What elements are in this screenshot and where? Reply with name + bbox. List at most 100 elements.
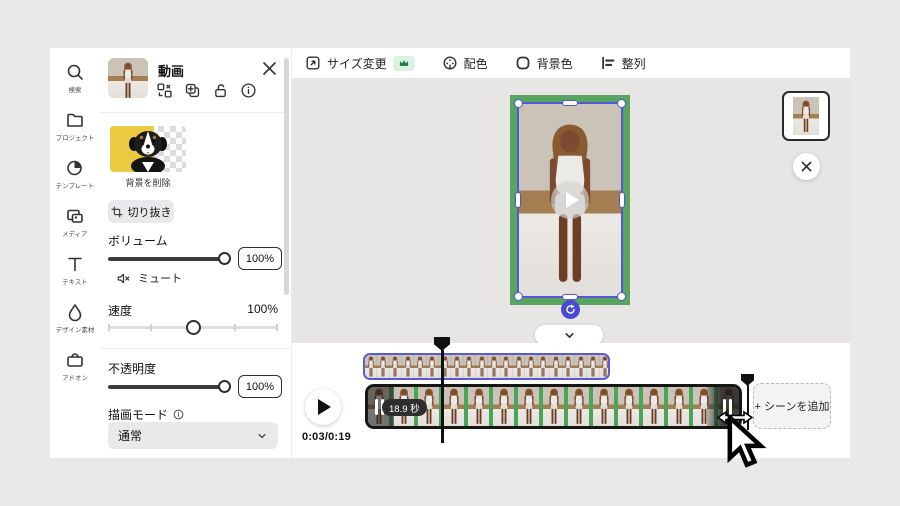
- shapes-icon: [68, 304, 82, 322]
- sidebar-item-addons[interactable]: アドオン: [50, 350, 100, 383]
- align-label: 整列: [621, 56, 646, 71]
- selected-element-thumbnail[interactable]: [108, 58, 148, 98]
- background-color-button[interactable]: 背景色: [515, 55, 573, 72]
- film-frame: [389, 355, 403, 378]
- remove-background-preview[interactable]: [110, 126, 186, 172]
- slider-tick: [234, 324, 236, 331]
- volume-value[interactable]: 100%: [238, 247, 282, 270]
- sidebar-item-templates[interactable]: テンプレート: [50, 158, 100, 191]
- film-frame: [587, 355, 600, 378]
- element-actions: [156, 82, 257, 99]
- film-frame: [668, 387, 689, 426]
- divider: [100, 112, 292, 113]
- opacity-value[interactable]: 100%: [238, 375, 282, 398]
- palette-label: 配色: [463, 56, 488, 71]
- palette-icon: [443, 56, 457, 70]
- timeline-track-video[interactable]: [363, 353, 610, 380]
- scene-thumbnail-card[interactable]: [782, 91, 830, 141]
- screen: 検索 プロジェクト テンプレート メディア テキスト デザイン素材 アドオン 動…: [0, 0, 900, 506]
- pro-badge: [392, 55, 415, 71]
- film-frame: [543, 387, 564, 426]
- resize-button[interactable]: サイズ変更: [305, 55, 415, 72]
- canvas-toolbar: サイズ変更 配色 背景色 整列: [292, 48, 850, 79]
- film-frame: [451, 355, 464, 378]
- palette-button[interactable]: 配色: [442, 55, 488, 72]
- canvas-area: [292, 79, 850, 345]
- sidebar-item-media[interactable]: メディア: [50, 206, 100, 239]
- playhead-line[interactable]: [441, 350, 444, 443]
- blend-mode-label: 描画モード: [108, 408, 169, 422]
- sidebar-item-search[interactable]: 検索: [50, 62, 100, 95]
- scene-background[interactable]: [510, 95, 630, 305]
- addons-icon: [67, 353, 83, 367]
- slider-tick: [276, 324, 278, 331]
- sidebar-item-text[interactable]: テキスト: [50, 254, 100, 287]
- text-icon: [68, 257, 82, 272]
- close-icon: [801, 161, 812, 172]
- volume-label: ボリューム: [108, 234, 168, 248]
- film-frame: [518, 387, 539, 426]
- divider: [100, 348, 292, 349]
- playhead-marker[interactable]: [434, 337, 450, 351]
- film-frame: [537, 355, 551, 378]
- blend-mode-value: 通常: [118, 429, 143, 443]
- mute-button[interactable]: ミュート: [116, 270, 182, 286]
- film-frame: [550, 355, 563, 378]
- align-button[interactable]: 整列: [600, 55, 646, 72]
- rotate-icon: [566, 304, 575, 314]
- sidebar-item-label: 検索: [68, 87, 82, 94]
- person-thumbnail-graphic: [119, 62, 137, 98]
- film-frame: [525, 355, 538, 378]
- slider-tick: [108, 324, 110, 331]
- volume-slider-thumb[interactable]: [218, 252, 231, 265]
- unlock-icon[interactable]: [212, 82, 229, 99]
- film-frame: [365, 355, 378, 378]
- remove-background-label: 背景を削除: [125, 178, 171, 188]
- film-frame: [618, 387, 639, 426]
- properties-panel: 動画 背景を削除 切り抜き ボリューム 100% ミュート 速度 100% 不透…: [100, 48, 292, 458]
- film-frame: [468, 387, 489, 426]
- close-panel-icon[interactable]: [262, 61, 277, 76]
- dog-graphic: [129, 131, 167, 172]
- blend-mode-dropdown[interactable]: 通常: [108, 422, 278, 449]
- film-frame: [574, 355, 588, 378]
- film-frame: [500, 355, 514, 378]
- sidebar-item-label: アドオン: [62, 375, 88, 382]
- search-icon: [67, 64, 83, 80]
- template-icon: [67, 160, 82, 176]
- replace-icon[interactable]: [156, 82, 173, 99]
- chevron-down-icon: [258, 433, 266, 438]
- close-float-button[interactable]: [793, 153, 820, 180]
- duration-badge: 18.9 秒: [382, 399, 427, 416]
- opacity-slider[interactable]: [108, 385, 230, 389]
- mute-label: ミュート: [138, 273, 182, 285]
- timeline-track-scene[interactable]: 18.9 秒: [365, 384, 742, 429]
- timeline-time: 0:03/0:19: [302, 431, 351, 443]
- volume-slider[interactable]: [108, 257, 230, 261]
- film-frame: [402, 355, 415, 378]
- scene-thumbnail: [793, 97, 819, 135]
- collapse-timeline-button[interactable]: [535, 325, 603, 345]
- trim-grip-bar: [375, 398, 378, 415]
- video-element[interactable]: [518, 103, 622, 297]
- background-color-label: 背景色: [536, 56, 573, 71]
- panel-title: 動画: [158, 64, 185, 79]
- info-icon[interactable]: [240, 82, 257, 99]
- rotate-handle[interactable]: [561, 300, 580, 319]
- resize-icon: [306, 56, 320, 70]
- sidebar-item-elements[interactable]: デザイン素材: [50, 302, 100, 335]
- nav-rail: 検索 プロジェクト テンプレート メディア テキスト デザイン素材 アドオン: [50, 48, 100, 458]
- opacity-slider-thumb[interactable]: [218, 380, 231, 393]
- panel-scrollbar[interactable]: [284, 58, 289, 295]
- film-frame: [463, 355, 477, 378]
- play-overlay[interactable]: [551, 181, 589, 219]
- crop-button[interactable]: 切り抜き: [108, 200, 174, 223]
- duplicate-icon[interactable]: [184, 82, 201, 99]
- film-frame: [476, 355, 489, 378]
- slider-tick: [150, 324, 152, 331]
- sidebar-item-projects[interactable]: プロジェクト: [50, 110, 100, 143]
- speed-slider-thumb[interactable]: [186, 320, 201, 335]
- folder-icon: [67, 113, 83, 127]
- info-icon[interactable]: [173, 409, 184, 420]
- timeline-play-button[interactable]: [305, 389, 341, 425]
